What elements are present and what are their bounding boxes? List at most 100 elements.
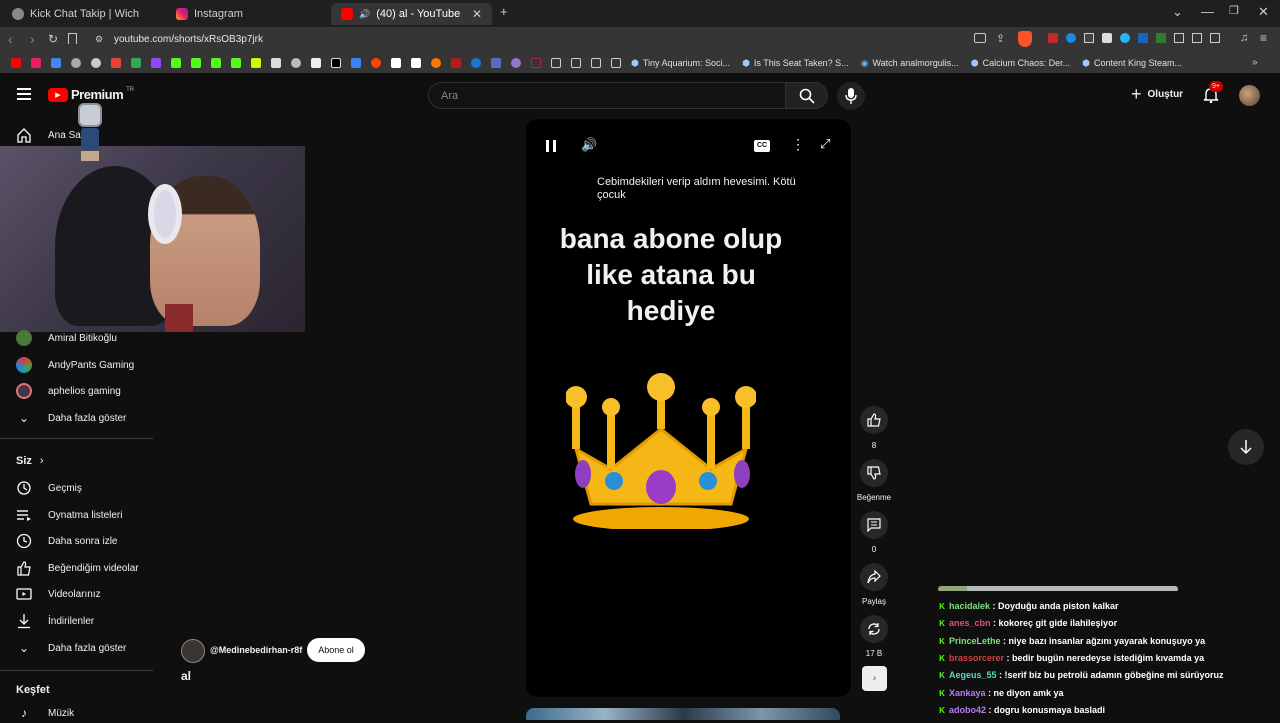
avatar[interactable]	[1239, 85, 1260, 106]
kick-icon[interactable]	[211, 58, 221, 68]
extension-icon[interactable]	[351, 58, 361, 68]
translate-icon[interactable]	[51, 58, 61, 68]
hamburger-menu-icon[interactable]	[17, 88, 31, 100]
bookmark-icon[interactable]	[68, 33, 77, 44]
bookmark-item[interactable]: ⬢ Is This Seat Taken? S...	[742, 58, 849, 69]
site-settings-icon[interactable]: ⚙	[95, 34, 103, 45]
forward-icon[interactable]: ›	[30, 31, 35, 47]
brave-shield-icon[interactable]	[1018, 31, 1032, 47]
url-field[interactable]: youtube.com/shorts/xRsOB3p7jrk	[114, 34, 263, 45]
tab-instagram[interactable]: Instagram	[166, 3, 328, 25]
notifications-button[interactable]: 9+	[1203, 81, 1223, 104]
back-icon[interactable]: ‹	[8, 31, 13, 47]
extension-icon[interactable]	[471, 58, 481, 68]
sidebar-item-your-videos[interactable]: Videolarınız	[16, 584, 101, 604]
extension-icon[interactable]	[1066, 33, 1076, 43]
bookmark-item[interactable]: ◉ Watch analmorgulis...	[861, 58, 959, 69]
folder-icon[interactable]	[591, 58, 601, 68]
kick-icon[interactable]	[231, 58, 241, 68]
instagram-icon[interactable]	[31, 58, 41, 68]
tab-search-icon[interactable]: ⌄	[1172, 4, 1183, 20]
maximize-button[interactable]: ❐	[1229, 4, 1239, 17]
voice-search-button[interactable]	[837, 82, 865, 110]
fullscreen-icon[interactable]: ⤢	[820, 136, 830, 152]
show-more-button[interactable]: ⌄ Daha fazla göster	[16, 638, 126, 658]
captions-icon[interactable]: CC	[754, 140, 770, 152]
extension-icon[interactable]	[291, 58, 301, 68]
comments-button[interactable]	[860, 511, 888, 539]
extension-icon[interactable]	[1084, 33, 1094, 43]
share-button[interactable]	[860, 563, 888, 591]
sidebar-item-liked[interactable]: Beğendiğim videolar	[16, 558, 139, 578]
sidebar-item-history[interactable]: Geçmiş	[16, 478, 82, 498]
kick-icon[interactable]	[171, 58, 181, 68]
bookmark-item[interactable]: ⬢ Content King Steam...	[1082, 58, 1182, 69]
folder-icon[interactable]	[611, 58, 621, 68]
remix-button[interactable]	[860, 615, 888, 643]
puzzle-icon[interactable]	[1192, 33, 1202, 43]
chat-username[interactable]: Xankaya	[949, 688, 986, 698]
next-short-preview[interactable]	[526, 708, 840, 720]
next-short-button[interactable]	[1228, 429, 1264, 465]
more-bookmarks-icon[interactable]: »	[1252, 57, 1258, 68]
extension-icon[interactable]	[1138, 33, 1148, 43]
extension-icon[interactable]	[251, 58, 261, 68]
chat-username[interactable]: Aegeus_55	[949, 670, 997, 680]
reddit-icon[interactable]	[371, 58, 381, 68]
create-button[interactable]: + Oluştur	[1131, 85, 1183, 103]
twitch-icon[interactable]	[151, 58, 161, 68]
close-tab-icon[interactable]: ✕	[472, 7, 482, 21]
menu-icon[interactable]: ≡	[1260, 31, 1267, 45]
folder-icon[interactable]	[551, 58, 561, 68]
chat-username[interactable]: anes_cbn	[949, 618, 991, 628]
drive-icon[interactable]	[131, 58, 141, 68]
chat-username[interactable]: PrinceLethe	[949, 636, 1001, 646]
x-icon[interactable]	[331, 58, 341, 68]
tab-youtube[interactable]: 🔊 (40) al - YouTube ✕	[331, 3, 492, 25]
search-button[interactable]	[786, 82, 828, 109]
share-icon[interactable]: ⇪	[996, 32, 1005, 45]
minimize-button[interactable]: —	[1201, 4, 1214, 19]
globe-icon[interactable]	[91, 58, 101, 68]
search-input[interactable]: Ara	[428, 82, 786, 109]
subscribe-button[interactable]: Abone ol	[307, 638, 365, 662]
chat-username[interactable]: adobo42	[949, 705, 986, 715]
extension-icon[interactable]	[451, 58, 461, 68]
chess-icon[interactable]	[311, 58, 321, 68]
ublock-icon[interactable]	[1048, 33, 1058, 43]
like-button[interactable]	[860, 406, 888, 434]
chat-username[interactable]: brassorcerer	[949, 653, 1004, 663]
close-window-button[interactable]: ✕	[1258, 4, 1269, 20]
youtube-icon[interactable]	[11, 58, 21, 68]
sidebar-item-watch-later[interactable]: Daha sonra izle	[16, 531, 117, 551]
extension-icon[interactable]	[431, 58, 441, 68]
folder-icon[interactable]	[571, 58, 581, 68]
extension-icon[interactable]	[1102, 33, 1112, 43]
extension-icon[interactable]	[1174, 33, 1184, 43]
extension-icon[interactable]	[531, 58, 541, 68]
anchor-icon[interactable]	[271, 58, 281, 68]
extension-icon[interactable]	[1120, 33, 1130, 43]
tab-kick-chat[interactable]: Kick Chat Takip | Wich	[2, 3, 164, 25]
dislike-button[interactable]	[860, 459, 888, 487]
extension-icon[interactable]	[491, 58, 501, 68]
sidebar-sub-item[interactable]: Amiral Bitikoğlu	[16, 328, 117, 348]
reload-icon[interactable]: ↻	[48, 32, 58, 46]
globe-icon[interactable]	[71, 58, 81, 68]
patreon-icon[interactable]	[391, 58, 401, 68]
sidebar-sub-item[interactable]: aphelios gaming	[16, 381, 121, 401]
bookmark-item[interactable]: ⬢ Tiny Aquarium: Soci...	[631, 58, 730, 69]
sound-thumbnail[interactable]: ♪	[862, 666, 887, 691]
sidebar-toggle-icon[interactable]	[1210, 33, 1220, 43]
pause-icon[interactable]	[546, 140, 556, 152]
sidebar-sub-item[interactable]: AndyPants Gaming	[16, 355, 134, 375]
sidebar-item-music[interactable]: ♪ Müzik	[16, 703, 74, 723]
gmail-icon[interactable]	[111, 58, 121, 68]
media-icon[interactable]: ♫	[1240, 32, 1248, 44]
extension-icon[interactable]	[511, 58, 521, 68]
bookmark-item[interactable]: ⬢ Calcium Chaos: Der...	[971, 58, 1070, 69]
youtube-logo[interactable]: ▶ Premium TR	[48, 87, 134, 102]
more-options-icon[interactable]: ⋮	[791, 136, 805, 153]
extension-icon[interactable]	[411, 58, 421, 68]
channel-name[interactable]: @Medinebedirhan-r8f	[210, 645, 302, 655]
